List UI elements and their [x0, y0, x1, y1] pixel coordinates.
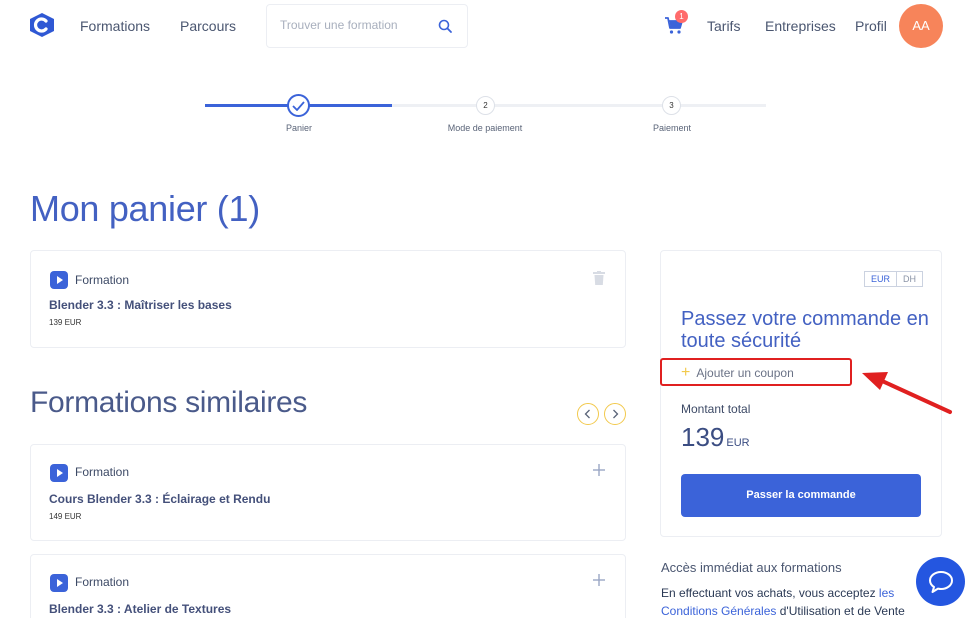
carousel-prev-button[interactable] [577, 403, 599, 425]
page-title: Mon panier (1) [30, 188, 260, 229]
play-icon [50, 574, 68, 592]
currency-option-dh[interactable]: DH [897, 272, 922, 286]
plus-icon[interactable] [593, 464, 605, 476]
total-value: 139 [681, 422, 725, 452]
similar-section-title: Formations similaires [30, 386, 308, 419]
chevron-left-icon [584, 409, 590, 419]
currency-switch: EUR DH [864, 271, 924, 287]
cart-item: Formation Blender 3.3 : Maîtriser les ba… [30, 250, 626, 348]
chat-icon [929, 571, 953, 593]
search-input[interactable] [280, 18, 430, 32]
step-progress-pending [392, 104, 766, 107]
arrow-annotation [862, 372, 952, 414]
item-type-label: Formation [75, 575, 130, 589]
play-icon [50, 464, 68, 482]
item-price: 139 EUR [49, 318, 82, 327]
order-title: Passez votre commande en toute sécurité [681, 308, 929, 352]
item-price: 149 EUR [49, 512, 82, 521]
nav-entreprises[interactable]: Entreprises [765, 18, 836, 34]
search-box [266, 4, 468, 48]
item-type-label: Formation [75, 273, 130, 287]
check-icon [292, 101, 305, 111]
step-1-label: Panier [285, 123, 312, 133]
item-type-label: Formation [75, 465, 130, 479]
terms-suffix: d'Utilisation et de Vente [776, 604, 905, 618]
access-title: Accès immédiat aux formations [661, 560, 842, 575]
item-title[interactable]: Blender 3.3 : Maîtriser les bases [49, 298, 232, 312]
item-title[interactable]: Blender 3.3 : Atelier de Textures [49, 602, 231, 616]
chat-button[interactable] [916, 557, 965, 606]
terms-prefix: En effectuant vos achats, vous acceptez [661, 586, 879, 600]
nav-tarifs[interactable]: Tarifs [707, 18, 740, 34]
search-icon[interactable] [438, 19, 453, 34]
step-1-circle [287, 94, 310, 117]
carousel-next-button[interactable] [604, 403, 626, 425]
step-2-circle: 2 [476, 96, 495, 115]
place-order-button[interactable]: Passer la commande [681, 474, 921, 517]
trash-icon[interactable] [593, 271, 605, 285]
play-icon [50, 271, 68, 289]
total-label: Montant total [681, 402, 751, 416]
nav-profil[interactable]: Profil [855, 18, 887, 34]
terms-text: En effectuant vos achats, vous acceptez … [661, 584, 921, 618]
nav-formations[interactable]: Formations [80, 18, 150, 34]
chevron-right-icon [613, 409, 619, 419]
step-3-circle: 3 [662, 96, 681, 115]
step-2-label: Mode de paiement [447, 123, 523, 133]
similar-course-card[interactable]: Formation Blender 3.3 : Atelier de Textu… [30, 554, 626, 618]
total-amount: 139 EUR [681, 422, 750, 453]
logo-icon[interactable] [28, 11, 56, 39]
avatar[interactable]: AA [899, 4, 943, 48]
coupon-highlight-box [660, 358, 852, 386]
item-title[interactable]: Cours Blender 3.3 : Éclairage et Rendu [49, 492, 270, 506]
similar-course-card[interactable]: Formation Cours Blender 3.3 : Éclairage … [30, 444, 626, 541]
plus-icon[interactable] [593, 574, 605, 586]
total-currency: EUR [726, 437, 750, 449]
step-3-label: Paiement [652, 123, 692, 133]
cart-count-badge: 1 [675, 10, 688, 23]
currency-option-eur[interactable]: EUR [865, 272, 898, 286]
nav-parcours[interactable]: Parcours [180, 18, 236, 34]
